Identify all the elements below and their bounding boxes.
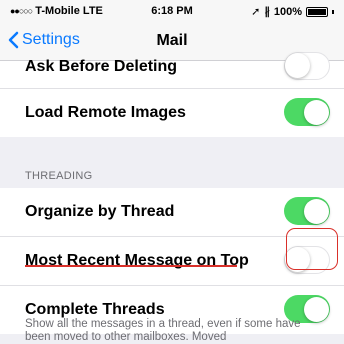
page-title: Mail: [156, 32, 188, 49]
battery-icon: [306, 6, 328, 17]
threading-footer-note: Show all the messages in a thread, even …: [25, 318, 301, 343]
ask-before-deleting-toggle[interactable]: [284, 52, 330, 80]
annotation-underline: [25, 265, 237, 267]
row-ask-before-deleting[interactable]: Ask Before Deleting: [0, 52, 344, 89]
load-remote-images-toggle[interactable]: [284, 98, 330, 126]
row-label: Ask Before Deleting: [25, 57, 178, 75]
row-label: Organize by Thread: [25, 203, 175, 220]
annotation-circle: [286, 228, 338, 270]
location-icon: ➚: [251, 6, 261, 18]
threading-header: THREADING: [25, 170, 93, 182]
status-bar: ●●○○○ T-Mobile LTE 6:18 PM ➚ ∦ 100%: [0, 0, 344, 22]
toggle-knob: [285, 53, 310, 78]
status-right: ➚ ∦ 100%: [251, 5, 334, 18]
battery-tip: [332, 9, 334, 14]
organize-by-thread-toggle[interactable]: [284, 197, 330, 225]
mail-options-section: Ask Before Deleting Load Remote Images: [0, 52, 344, 137]
toggle-knob: [304, 198, 329, 224]
toggle-knob: [304, 99, 329, 125]
battery-percent: 100%: [273, 5, 302, 18]
row-label: Load Remote Images: [25, 104, 186, 121]
row-label: Most Recent Message on Top: [25, 252, 249, 269]
bluetooth-icon: ∦: [264, 6, 270, 18]
row-load-remote-images[interactable]: Load Remote Images: [0, 89, 344, 137]
row-label: Complete Threads: [25, 301, 165, 318]
